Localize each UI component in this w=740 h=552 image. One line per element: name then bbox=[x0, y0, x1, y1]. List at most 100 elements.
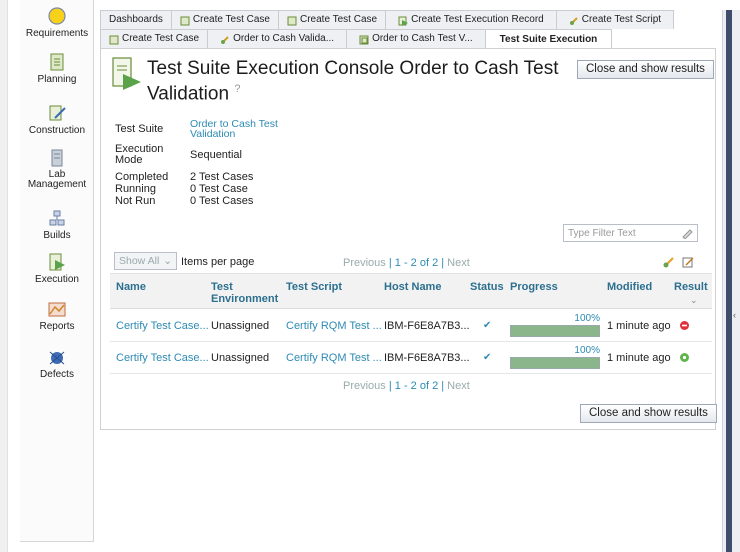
execution-mode-value: Sequential bbox=[190, 149, 242, 161]
test-environment: Unassigned bbox=[211, 352, 270, 364]
tab-label: Create Test Case bbox=[192, 14, 270, 25]
test-suite-link[interactable]: Order to Cash Test Validation bbox=[190, 119, 290, 140]
left-navigation: Requirements Planning Construction Lab M… bbox=[20, 0, 94, 542]
chevron-down-icon: ⌄ bbox=[163, 255, 172, 267]
defects-icon bbox=[47, 347, 67, 367]
progress-label: 100% bbox=[574, 313, 600, 324]
execution-mode-label: Execution Mode bbox=[115, 143, 164, 166]
refresh-icon[interactable] bbox=[662, 255, 676, 272]
tab-row-primary: Dashboards Create Test Case Create Test … bbox=[100, 10, 675, 29]
status-check-icon: ✔ bbox=[483, 352, 492, 363]
builds-icon bbox=[47, 208, 67, 228]
col-host-name[interactable]: Host Name bbox=[384, 281, 441, 293]
tab-dashboards[interactable]: Dashboards bbox=[100, 10, 172, 29]
col-result[interactable]: Result bbox=[674, 281, 708, 293]
col-test-environment[interactable]: Test Environment bbox=[211, 281, 281, 305]
test-script-link[interactable]: Certify RQM Test ... bbox=[286, 320, 382, 332]
progress-track bbox=[510, 357, 600, 369]
not-run-value: 0 Test Cases bbox=[190, 195, 254, 207]
test-script-icon bbox=[569, 15, 579, 25]
tab-order-to-cash-validation[interactable]: Order to Cash Valida... bbox=[207, 29, 348, 48]
result-failed-icon[interactable] bbox=[680, 321, 689, 330]
sort-down-icon[interactable]: ⌄ bbox=[690, 295, 698, 306]
tab-create-test-case-3[interactable]: Create Test Case bbox=[100, 29, 209, 48]
close-and-show-results-button[interactable]: Close and show results bbox=[577, 60, 714, 79]
nav-label: Builds bbox=[43, 230, 71, 241]
right-scroll-strip[interactable]: ‹ bbox=[722, 10, 740, 552]
tab-create-test-case-1[interactable]: Create Test Case bbox=[170, 10, 279, 29]
test-case-link[interactable]: Certify Test Case... bbox=[116, 320, 209, 332]
page-range: | 1 - 2 of 2 | bbox=[388, 257, 445, 269]
nav-construction[interactable]: Construction bbox=[20, 103, 94, 136]
col-modified[interactable]: Modified bbox=[607, 281, 652, 293]
nav-builds[interactable]: Builds bbox=[20, 208, 94, 241]
planning-icon bbox=[47, 52, 67, 72]
show-all-value: Show All bbox=[119, 255, 160, 267]
construction-icon bbox=[47, 103, 67, 123]
tab-create-test-execution-record[interactable]: Create Test Execution Record bbox=[385, 10, 557, 29]
test-case-icon bbox=[180, 15, 190, 26]
nav-requirements[interactable]: Requirements bbox=[20, 6, 94, 39]
test-environment: Unassigned bbox=[211, 320, 270, 332]
nav-label: Defects bbox=[40, 369, 74, 380]
col-progress[interactable]: Progress bbox=[510, 281, 558, 293]
test-suite-execution-icon bbox=[111, 56, 143, 92]
tab-label: Create Test Execution Record bbox=[411, 14, 544, 25]
collapse-arrow-icon[interactable]: ‹ bbox=[733, 310, 736, 320]
result-passed-icon[interactable] bbox=[680, 353, 689, 362]
tab-label: Dashboards bbox=[109, 14, 163, 25]
help-icon[interactable]: ? bbox=[234, 83, 240, 95]
pager-top: Previous | 1 - 2 of 2 | Next bbox=[343, 257, 470, 269]
col-name[interactable]: Name bbox=[116, 281, 146, 293]
tab-create-test-script[interactable]: Create Test Script bbox=[555, 10, 675, 29]
tab-label: Order to Cash Test V... bbox=[372, 33, 473, 44]
close-and-show-results-button-bottom[interactable]: Close and show results bbox=[580, 404, 717, 423]
test-case-link[interactable]: Certify Test Case... bbox=[116, 352, 209, 364]
tab-create-test-case-2[interactable]: Create Test Case bbox=[278, 10, 387, 29]
previous-link[interactable]: Previous bbox=[343, 257, 386, 269]
modified-time: 1 minute ago bbox=[607, 320, 671, 332]
modified-time: 1 minute ago bbox=[607, 352, 671, 364]
table-header: Name Test Environment Test Script Host N… bbox=[110, 273, 712, 309]
test-case-icon bbox=[287, 15, 297, 26]
nav-label: Reports bbox=[39, 321, 75, 332]
requirements-icon bbox=[47, 6, 67, 26]
not-run-label: Not Run bbox=[115, 195, 156, 207]
host-name: IBM-F6E8A7B3... bbox=[384, 352, 470, 364]
execution-icon bbox=[47, 252, 67, 272]
tab-label: Create Test Case bbox=[122, 33, 200, 44]
nav-execution[interactable]: Execution bbox=[20, 252, 94, 285]
progress-bar: 100% bbox=[510, 313, 600, 339]
test-script-link[interactable]: Certify RQM Test ... bbox=[286, 352, 382, 364]
next-link[interactable]: Next bbox=[447, 380, 470, 392]
table-row[interactable]: Certify Test Case... Unassigned Certify … bbox=[110, 310, 712, 342]
nav-label: Lab Management bbox=[27, 169, 87, 190]
table-row[interactable]: Certify Test Case... Unassigned Certify … bbox=[110, 342, 712, 374]
progress-track bbox=[510, 325, 600, 337]
previous-link[interactable]: Previous bbox=[343, 380, 386, 392]
left-window-edge bbox=[0, 0, 8, 552]
edit-columns-icon[interactable] bbox=[682, 256, 694, 271]
execution-record-icon bbox=[398, 15, 409, 26]
nav-defects[interactable]: Defects bbox=[20, 347, 94, 380]
page-range: | 1 - 2 of 2 | bbox=[388, 380, 445, 392]
filter-placeholder: Type Filter Text bbox=[568, 228, 636, 239]
tab-order-to-cash-test-v[interactable]: Order to Cash Test V... bbox=[346, 29, 486, 48]
test-suite-icon bbox=[359, 34, 369, 45]
col-test-script[interactable]: Test Script bbox=[286, 281, 342, 293]
col-status[interactable]: Status bbox=[470, 281, 504, 293]
right-grip-bar[interactable] bbox=[726, 10, 732, 552]
pager-bottom: Previous | 1 - 2 of 2 | Next bbox=[343, 380, 470, 392]
show-all-dropdown[interactable]: Show All ⌄ bbox=[114, 252, 177, 270]
running-label: Running bbox=[115, 183, 156, 195]
nav-planning[interactable]: Planning bbox=[20, 52, 94, 85]
nav-reports[interactable]: Reports bbox=[20, 299, 94, 332]
nav-label: Construction bbox=[28, 125, 86, 136]
next-link[interactable]: Next bbox=[447, 257, 470, 269]
nav-label: Requirements bbox=[25, 28, 89, 39]
tab-test-suite-execution[interactable]: Test Suite Execution bbox=[484, 29, 613, 49]
filter-input[interactable]: Type Filter Text bbox=[563, 224, 698, 242]
nav-lab-management[interactable]: Lab Management bbox=[20, 148, 94, 190]
clear-filter-icon[interactable] bbox=[681, 227, 693, 242]
test-script-icon bbox=[220, 34, 230, 44]
